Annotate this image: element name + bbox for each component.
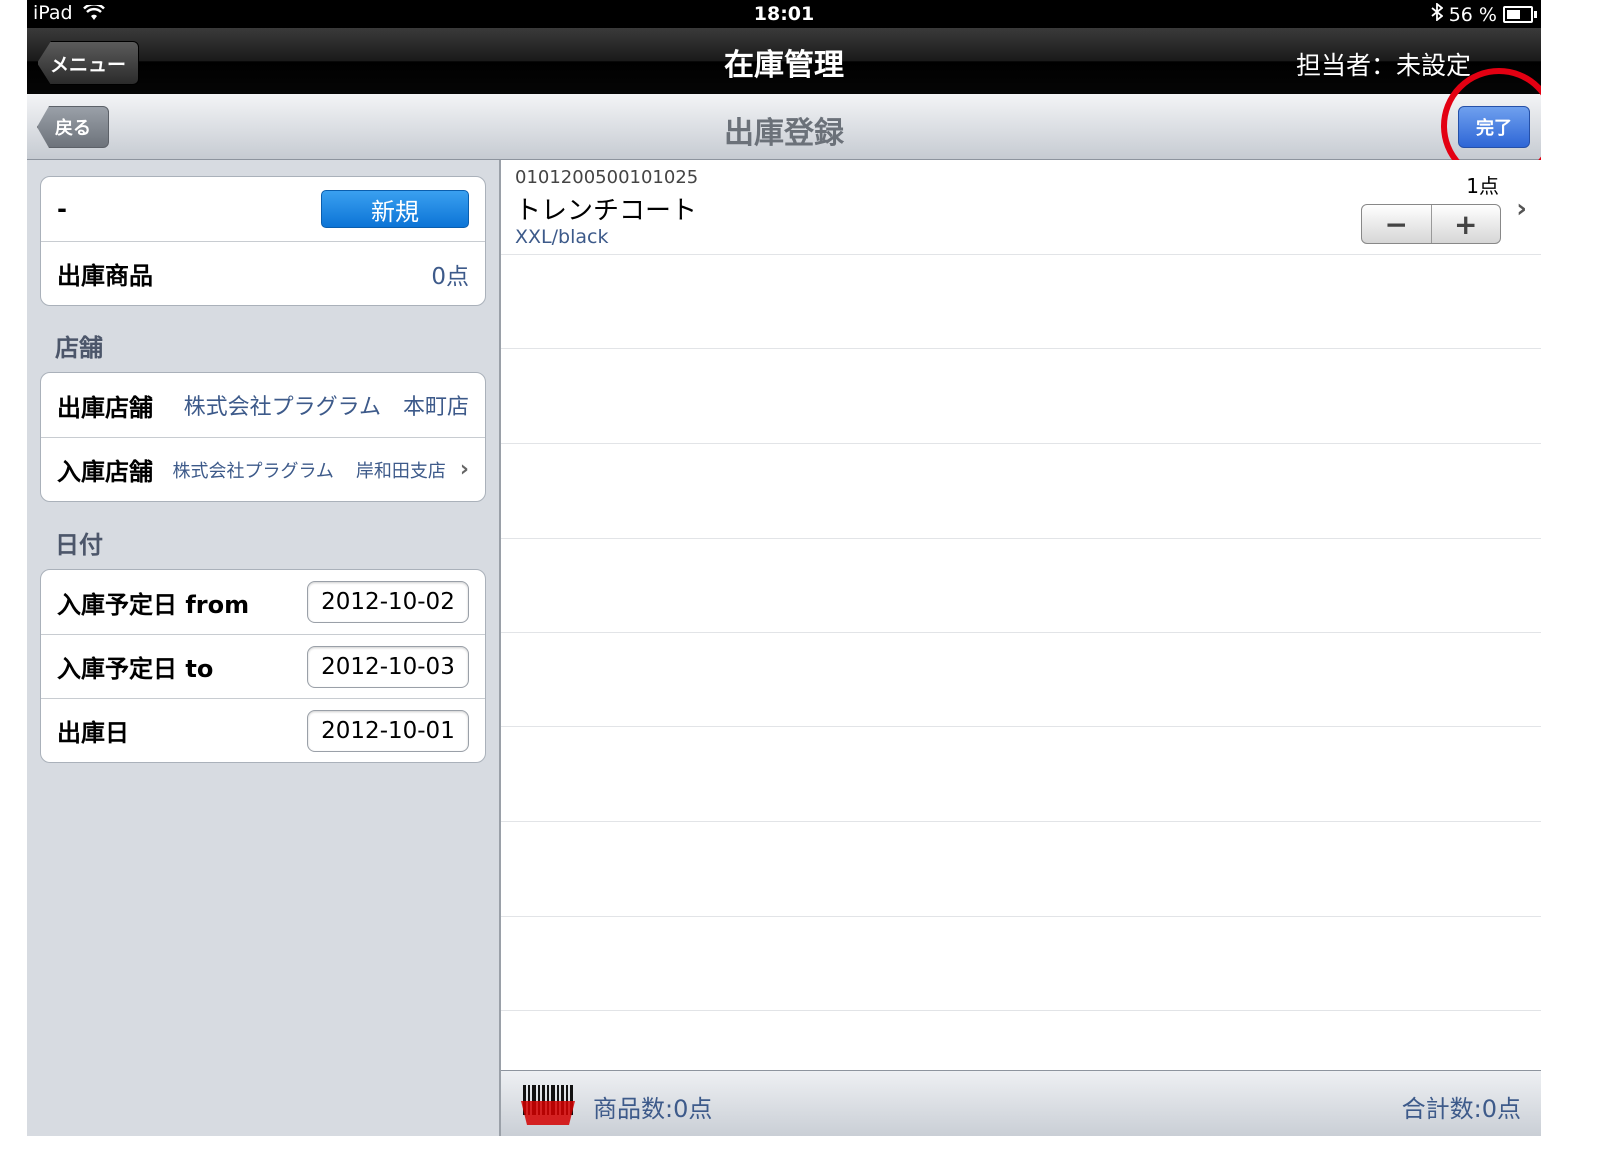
- quantity-stepper: − +: [1361, 204, 1501, 244]
- chevron-right-icon: ›: [459, 457, 469, 482]
- date-group: 入庫予定日 from 2012-10-02 入庫予定日 to 2012-10-0…: [40, 569, 486, 763]
- summary-group: - 新規 出庫商品 0点: [40, 176, 486, 306]
- row-separator: [501, 821, 1541, 822]
- clock: 18:01: [753, 3, 815, 25]
- items-value: 0点: [431, 263, 469, 290]
- date-row-to: 入庫予定日 to 2012-10-03: [41, 634, 485, 698]
- items-row[interactable]: 出庫商品 0点: [41, 241, 485, 305]
- row-separator: [501, 632, 1541, 633]
- in-store-value: 株式会社プラグラム 岸和田支店: [172, 457, 445, 483]
- item-name: トレンチコート: [515, 196, 698, 226]
- new-button[interactable]: 新規: [321, 190, 469, 228]
- out-store-row: 出庫店舗 株式会社プラグラム 本町店: [41, 373, 485, 437]
- user-label: 担当者：未設定: [1295, 51, 1471, 80]
- out-store-company: 株式会社プラグラム: [183, 395, 381, 420]
- battery-icon: [1503, 6, 1537, 23]
- list-item[interactable]: 0101200500101025 トレンチコート XXL/black 1点 − …: [501, 160, 1541, 254]
- bluetooth-icon: [1431, 2, 1444, 26]
- bottom-toolbar: 商品数:0点 合計数:0点: [501, 1070, 1541, 1136]
- item-code: 0101200500101025: [515, 167, 699, 188]
- out-store-value: 株式会社プラグラム 本町店: [184, 389, 469, 421]
- items-label: 出庫商品: [57, 262, 153, 290]
- out-store-label: 出庫店舗: [57, 393, 153, 422]
- date-to-field[interactable]: 2012-10-03: [307, 645, 469, 688]
- row-separator: [501, 538, 1541, 539]
- store-section-title: 店舗: [55, 334, 103, 362]
- status-right: 56 %: [1431, 2, 1537, 26]
- date-row-from: 入庫予定日 from 2012-10-02: [41, 570, 485, 634]
- in-store-row[interactable]: 入庫店舗 株式会社プラグラム 岸和田支店 ›: [41, 437, 485, 501]
- total-count: 合計数:0点: [1401, 1095, 1521, 1123]
- item-quantity: 1点: [1466, 174, 1499, 198]
- decrement-button[interactable]: −: [1362, 205, 1432, 243]
- app-frame: iPad 18:01 56 % メニュー 在庫管理 担当者：未設定 戻る 出庫登…: [27, 0, 1541, 1136]
- ship-date-field[interactable]: 2012-10-01: [307, 709, 469, 752]
- row-separator: [501, 443, 1541, 444]
- row-separator: [501, 916, 1541, 917]
- out-store-branch: 本町店: [402, 395, 469, 420]
- status-label: -: [57, 195, 67, 223]
- item-variant: XXL/black: [515, 226, 609, 248]
- date-row-ship: 出庫日 2012-10-01: [41, 698, 485, 762]
- ship-date-label: 出庫日: [57, 719, 129, 747]
- date-section-title: 日付: [55, 531, 103, 559]
- barcode-scan-icon[interactable]: [521, 1085, 575, 1127]
- row-separator: [501, 348, 1541, 349]
- battery-percent: 56 %: [1448, 3, 1497, 26]
- date-to-label: 入庫予定日 to: [57, 655, 214, 683]
- date-from-label: 入庫予定日 from: [57, 590, 250, 619]
- status-bar: iPad 18:01 56 %: [27, 0, 1541, 28]
- row-separator: [501, 1010, 1541, 1011]
- in-store-branch: 岸和田支店: [355, 460, 446, 482]
- in-store-company: 株式会社プラグラム: [172, 460, 334, 482]
- in-store-label: 入庫店舗: [57, 458, 153, 486]
- product-count: 商品数:0点: [593, 1095, 713, 1123]
- page-title: 出庫登録: [724, 116, 844, 151]
- increment-button[interactable]: +: [1432, 205, 1501, 243]
- sub-navbar: 戻る 出庫登録 完了: [27, 94, 1541, 160]
- row-separator: [501, 254, 1541, 255]
- item-list: 0101200500101025 トレンチコート XXL/black 1点 − …: [501, 160, 1541, 1070]
- chevron-right-icon: ›: [1516, 194, 1527, 224]
- date-from-field[interactable]: 2012-10-02: [307, 581, 469, 623]
- row-separator: [501, 726, 1541, 727]
- left-panel: - 新規 出庫商品 0点 店舗 出庫店舗 株式会社プラグラム 本町店 入庫店舗 …: [27, 160, 499, 1136]
- main-navbar: メニュー 在庫管理 担当者：未設定: [27, 28, 1541, 94]
- status-row: - 新規: [41, 177, 485, 241]
- store-group: 出庫店舗 株式会社プラグラム 本町店 入庫店舗 株式会社プラグラム 岸和田支店 …: [40, 372, 486, 502]
